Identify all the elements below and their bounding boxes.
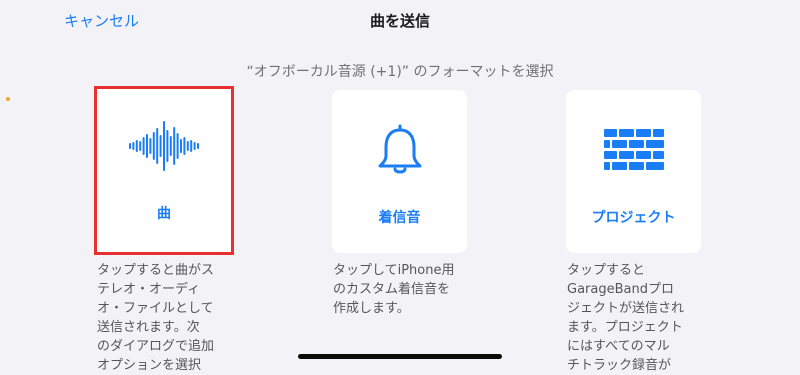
status-dot — [6, 97, 10, 101]
project-option-label: プロジェクト — [591, 210, 676, 226]
song-option-label: 曲 — [157, 206, 171, 222]
format-prompt: “オフボーカル音源 (+1)” のフォーマットを選択 — [246, 64, 554, 80]
page-title: 曲を送信 — [369, 12, 430, 30]
brick-wall-icon — [566, 120, 701, 180]
ringtone-option-card[interactable]: 着信音 — [332, 90, 467, 253]
project-option-card[interactable]: プロジェクト — [566, 90, 701, 253]
ringtone-option-description: タップしてiPhone用 のカスタム着信音を 作成します。 — [333, 263, 455, 316]
ringtone-option-label: 着信音 — [378, 210, 421, 226]
bell-icon — [332, 120, 467, 180]
project-option-description: タップすると GarageBandプロ ジェクトが送信され ます。プロジェクト … — [567, 263, 685, 373]
song-option-description: タップすると曲がス テレオ・オーディ オ・ファイルとして 送信されます。次 のダ… — [97, 263, 215, 373]
song-option-card[interactable]: 曲 — [94, 86, 234, 255]
home-indicator[interactable] — [298, 354, 502, 359]
waveform-icon — [97, 116, 231, 176]
